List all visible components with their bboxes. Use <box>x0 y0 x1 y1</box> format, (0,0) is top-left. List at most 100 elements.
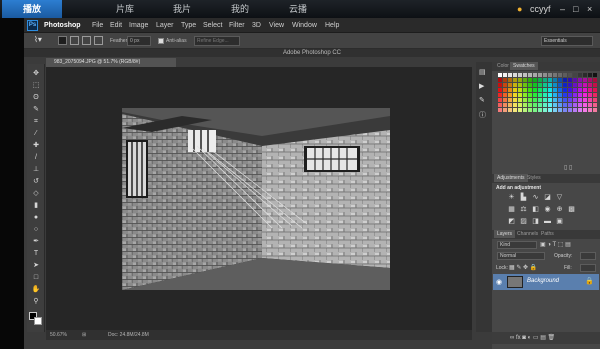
new-selection-icon[interactable] <box>58 36 67 45</box>
swatch[interactable] <box>578 98 582 102</box>
color-lookup-adjust-icon[interactable]: ▩ <box>567 206 576 213</box>
pen-tool-icon[interactable]: ✒ <box>30 238 42 246</box>
viewer-tab-play[interactable]: 播放 <box>2 0 62 18</box>
swatch[interactable] <box>593 108 597 112</box>
swatch[interactable] <box>508 88 512 92</box>
menu-3d[interactable]: 3D <box>252 18 261 33</box>
dodge-tool-icon[interactable]: ○ <box>30 226 42 234</box>
swatch[interactable] <box>518 73 522 77</box>
swatch[interactable] <box>533 103 537 107</box>
swatch[interactable] <box>518 83 522 87</box>
swatch[interactable] <box>558 83 562 87</box>
swatch[interactable] <box>503 78 507 82</box>
swatch[interactable] <box>548 98 552 102</box>
swatch[interactable] <box>578 88 582 92</box>
swatch[interactable] <box>508 83 512 87</box>
swatch[interactable] <box>498 108 502 112</box>
swatch[interactable] <box>508 73 512 77</box>
swatch[interactable] <box>508 98 512 102</box>
swatch[interactable] <box>588 83 592 87</box>
swatch[interactable] <box>578 108 582 112</box>
fill-input[interactable] <box>580 264 596 272</box>
healing-tool-icon[interactable]: ✚ <box>30 142 42 150</box>
swatch[interactable] <box>528 73 532 77</box>
swatch[interactable] <box>538 78 542 82</box>
add-selection-icon[interactable] <box>70 36 79 45</box>
bw-adjust-icon[interactable]: ◧ <box>531 206 540 213</box>
swatch[interactable] <box>528 88 532 92</box>
swatch[interactable] <box>583 98 587 102</box>
swatch[interactable] <box>553 108 557 112</box>
swatch[interactable] <box>578 78 582 82</box>
swatch[interactable] <box>523 78 527 82</box>
swatch[interactable] <box>498 83 502 87</box>
levels-adjust-icon[interactable]: ▙ <box>519 194 528 201</box>
swatch-trash-icon[interactable]: ▯ ▯ <box>564 164 572 171</box>
layer-filter-icons[interactable]: ▣ ◑ T ⬚ ▤ <box>540 241 571 248</box>
swatch[interactable] <box>588 98 592 102</box>
invert-adjust-icon[interactable]: ◩ <box>507 218 516 225</box>
swatch[interactable] <box>508 108 512 112</box>
move-tool-icon[interactable]: ✥ <box>30 70 42 78</box>
swatch[interactable] <box>548 78 552 82</box>
swatch[interactable] <box>558 98 562 102</box>
swatch[interactable] <box>528 78 532 82</box>
swatch[interactable] <box>518 98 522 102</box>
zoom-tool-icon[interactable]: ⚲ <box>30 298 42 306</box>
swatch[interactable] <box>563 83 567 87</box>
swatch[interactable] <box>533 73 537 77</box>
swatches-grid[interactable] <box>498 73 598 117</box>
swatch[interactable] <box>558 88 562 92</box>
menu-file[interactable]: File <box>92 18 103 33</box>
minimize-icon[interactable]: – <box>560 0 565 18</box>
swatch[interactable] <box>568 93 572 97</box>
swatch[interactable] <box>558 73 562 77</box>
tab-adjustments[interactable]: Adjustments <box>494 174 528 182</box>
swatch[interactable] <box>538 93 542 97</box>
swatch[interactable] <box>583 73 587 77</box>
swatch[interactable] <box>518 108 522 112</box>
swatch[interactable] <box>548 93 552 97</box>
subtract-selection-icon[interactable] <box>82 36 91 45</box>
menu-window[interactable]: Window <box>292 18 317 33</box>
swatch[interactable] <box>533 98 537 102</box>
swatch[interactable] <box>523 88 527 92</box>
swatch[interactable] <box>528 83 532 87</box>
brightness-adjust-icon[interactable]: ☀ <box>507 194 516 201</box>
swatch[interactable] <box>528 93 532 97</box>
swatch[interactable] <box>593 73 597 77</box>
layer-kind-filter[interactable]: Kind <box>497 241 537 249</box>
properties-panel-icon[interactable]: ⓘ <box>479 110 489 120</box>
swatch[interactable] <box>503 73 507 77</box>
swatch[interactable] <box>568 88 572 92</box>
hue-adjust-icon[interactable]: ▦ <box>507 206 516 213</box>
crop-tool-icon[interactable]: ⌗ <box>30 118 42 126</box>
close-icon[interactable]: × <box>587 0 592 18</box>
swatch[interactable] <box>498 98 502 102</box>
swatch[interactable] <box>568 83 572 87</box>
swatch[interactable] <box>558 78 562 82</box>
actions-panel-icon[interactable]: ▶ <box>479 82 489 92</box>
swatch[interactable] <box>543 108 547 112</box>
swatch[interactable] <box>543 78 547 82</box>
layers-footer-icons[interactable]: ∞ fx ◙ ◐ ▭ ▤ 🗑 <box>510 334 555 341</box>
swatch[interactable] <box>573 83 577 87</box>
swatch[interactable] <box>498 103 502 107</box>
vibrance-adjust-icon[interactable]: ▽ <box>555 194 564 201</box>
eyedropper-tool-icon[interactable]: ⁄ <box>30 130 42 138</box>
marquee-tool-icon[interactable]: ⬚ <box>30 82 42 90</box>
feather-input[interactable]: 0 px <box>127 36 151 46</box>
swatch[interactable] <box>508 93 512 97</box>
tab-layers[interactable]: Layers <box>494 230 516 238</box>
swatch[interactable] <box>553 88 557 92</box>
posterize-adjust-icon[interactable]: ▨ <box>519 218 528 225</box>
workspace-select[interactable]: Essentials <box>541 36 593 46</box>
swatch[interactable] <box>518 103 522 107</box>
selective-color-adjust-icon[interactable]: ▣ <box>555 218 564 225</box>
swatch[interactable] <box>553 78 557 82</box>
swatch[interactable] <box>558 108 562 112</box>
layer-name[interactable]: Background <box>527 278 559 284</box>
swatch[interactable] <box>528 108 532 112</box>
swatch[interactable] <box>513 93 517 97</box>
swatch[interactable] <box>563 88 567 92</box>
